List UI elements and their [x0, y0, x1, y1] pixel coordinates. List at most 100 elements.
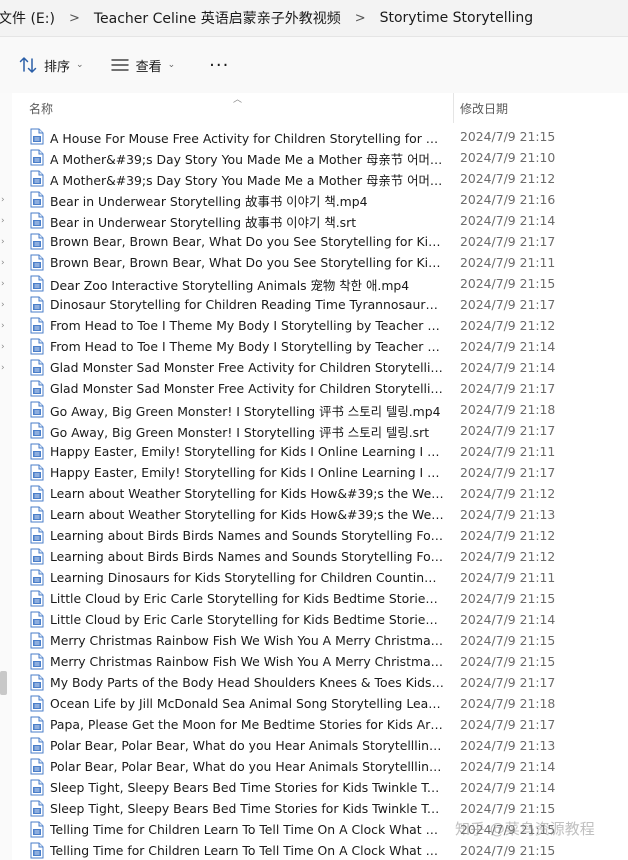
file-row[interactable]: Dinosaur Storytelling for Children Readi… [12, 294, 628, 315]
chevron-right-icon[interactable]: › [1, 301, 9, 310]
file-row[interactable]: Brown Bear, Brown Bear, What Do you See … [12, 252, 628, 273]
file-name: Bear in Underwear Storytelling 故事书 이야기 책… [50, 194, 368, 209]
file-row[interactable]: Ocean Life by Jill McDonald Sea Animal S… [12, 693, 628, 714]
file-icon [30, 317, 44, 334]
file-row[interactable]: Happy Easter, Emily! Storytelling for Ki… [12, 462, 628, 483]
file-row[interactable]: Little Cloud by Eric Carle Storytelling … [12, 609, 628, 630]
file-modified-date: 2024/7/9 21:12 [460, 318, 556, 333]
view-button[interactable]: 查看 ⌄ [104, 49, 182, 81]
file-name: Brown Bear, Brown Bear, What Do you See … [50, 255, 444, 270]
file-name: Polar Bear, Polar Bear, What do you Hear… [50, 738, 444, 753]
file-name: Go Away, Big Green Monster! I Storytelli… [50, 425, 430, 440]
breadcrumb-item-current[interactable]: Storytime Storytelling [380, 10, 542, 26]
file-modified-date: 2024/7/9 21:17 [460, 675, 556, 690]
column-header-row: ︿ 名称 修改日期 [12, 93, 628, 123]
file-icon [30, 779, 44, 796]
column-divider[interactable] [453, 93, 454, 123]
file-row[interactable]: A Mother&#39;s Day Story You Made Me a M… [12, 168, 628, 189]
file-modified-date: 2024/7/9 21:15 [460, 633, 556, 648]
file-name: Little Cloud by Eric Carle Storytelling … [50, 612, 444, 627]
file-icon [30, 737, 44, 754]
column-header-modified[interactable]: 修改日期 [460, 100, 508, 117]
file-name: Glad Monster Sad Monster Free Activity f… [50, 360, 444, 375]
file-row[interactable]: A Mother&#39;s Day Story You Made Me a M… [12, 147, 628, 168]
file-row[interactable]: Bear in Underwear Storytelling 故事书 이야기 책… [12, 189, 628, 210]
file-modified-date: 2024/7/9 21:13 [460, 507, 556, 522]
file-row[interactable]: Sleep Tight, Sleepy Bears Bed Time Stori… [12, 777, 628, 798]
chevron-down-icon: ⌄ [76, 60, 84, 70]
sort-icon [18, 55, 38, 75]
file-row[interactable]: Little Cloud by Eric Carle Storytelling … [12, 588, 628, 609]
file-row[interactable]: From Head to Toe I Theme My Body I Story… [12, 315, 628, 336]
chevron-right-icon[interactable]: › [1, 364, 9, 373]
file-name: Polar Bear, Polar Bear, What do you Hear… [50, 759, 444, 774]
file-name: Sleep Tight, Sleepy Bears Bed Time Stori… [50, 780, 444, 795]
file-icon [30, 233, 44, 250]
file-row[interactable]: Learning about Birds Birds Names and Sou… [12, 546, 628, 567]
file-name: Learning about Birds Birds Names and Sou… [50, 549, 444, 564]
chevron-right-icon[interactable]: › [1, 322, 9, 331]
file-row[interactable]: A House For Mouse Free Activity for Chil… [12, 126, 628, 147]
file-modified-date: 2024/7/9 21:17 [460, 465, 556, 480]
file-row[interactable]: Glad Monster Sad Monster Free Activity f… [12, 378, 628, 399]
file-name: Telling Time for Children Learn To Tell … [50, 822, 444, 837]
chevron-right-icon[interactable]: › [1, 217, 9, 226]
file-row[interactable]: Learn about Weather Storytelling for Kid… [12, 483, 628, 504]
file-row[interactable]: From Head to Toe I Theme My Body I Story… [12, 336, 628, 357]
breadcrumb: 文件 (E:) > Teacher Celine 英语启蒙亲子外教视频 > St… [0, 0, 628, 36]
file-row[interactable]: Happy Easter, Emily! Storytelling for Ki… [12, 441, 628, 462]
file-name: Telling Time for Children Learn To Tell … [50, 843, 444, 858]
breadcrumb-item-drive[interactable]: 文件 (E:) [0, 8, 63, 28]
file-row[interactable]: Glad Monster Sad Monster Free Activity f… [12, 357, 628, 378]
file-row[interactable]: Polar Bear, Polar Bear, What do you Hear… [12, 756, 628, 777]
file-row[interactable]: Telling Time for Children Learn To Tell … [12, 840, 628, 860]
file-name: Learn about Weather Storytelling for Kid… [50, 507, 444, 522]
file-row[interactable]: Go Away, Big Green Monster! I Storytelli… [12, 399, 628, 420]
file-modified-date: 2024/7/9 21:12 [460, 486, 556, 501]
breadcrumb-item-folder[interactable]: Teacher Celine 英语启蒙亲子外教视频 [94, 8, 349, 28]
file-name: Glad Monster Sad Monster Free Activity f… [50, 381, 444, 396]
chevron-right-icon[interactable]: › [1, 280, 9, 289]
file-modified-date: 2024/7/9 21:15 [460, 276, 556, 291]
file-modified-date: 2024/7/9 21:13 [460, 738, 556, 753]
file-modified-date: 2024/7/9 21:17 [460, 234, 556, 249]
chevron-right-icon[interactable]: › [1, 259, 9, 268]
file-row[interactable]: Learning Dinosaurs for Kids Storytelling… [12, 567, 628, 588]
file-icon [30, 821, 44, 838]
file-row[interactable]: Sleep Tight, Sleepy Bears Bed Time Stori… [12, 798, 628, 819]
file-row[interactable]: Polar Bear, Polar Bear, What do you Hear… [12, 735, 628, 756]
file-list: A House For Mouse Free Activity for Chil… [12, 126, 628, 860]
chevron-right-icon[interactable]: › [1, 343, 9, 352]
file-modified-date: 2024/7/9 21:12 [460, 171, 556, 186]
file-row[interactable]: Brown Bear, Brown Bear, What Do you See … [12, 231, 628, 252]
nav-scrollbar[interactable] [0, 671, 7, 695]
file-row[interactable]: Go Away, Big Green Monster! I Storytelli… [12, 420, 628, 441]
file-name: Little Cloud by Eric Carle Storytelling … [50, 591, 444, 606]
file-icon [30, 296, 44, 313]
file-row[interactable]: Dear Zoo Interactive Storytelling Animal… [12, 273, 628, 294]
file-name: From Head to Toe I Theme My Body I Story… [50, 318, 444, 333]
breadcrumb-separator: > [354, 10, 366, 26]
watermark: 知乎 @菜鸟资源教程 [455, 820, 595, 838]
file-modified-date: 2024/7/9 21:15 [460, 129, 556, 144]
more-options-button[interactable]: ··· [203, 49, 235, 81]
file-row[interactable]: Learning about Birds Birds Names and Sou… [12, 525, 628, 546]
file-icon [30, 632, 44, 649]
file-icon [30, 548, 44, 565]
file-row[interactable]: My Body Parts of the Body Head Shoulders… [12, 672, 628, 693]
file-row[interactable]: Bear in Underwear Storytelling 故事书 이야기 책… [12, 210, 628, 231]
file-row[interactable]: Merry Christmas Rainbow Fish We Wish You… [12, 630, 628, 651]
file-modified-date: 2024/7/9 21:17 [460, 717, 556, 732]
chevron-right-icon[interactable]: › [1, 238, 9, 247]
file-modified-date: 2024/7/9 21:11 [460, 444, 556, 459]
file-modified-date: 2024/7/9 21:18 [460, 402, 556, 417]
file-row[interactable]: Merry Christmas Rainbow Fish We Wish You… [12, 651, 628, 672]
sort-button[interactable]: 排序 ⌄ [12, 49, 90, 81]
column-header-name[interactable]: 名称 [29, 100, 53, 117]
sort-label: 排序 [44, 59, 71, 75]
file-row[interactable]: Papa, Please Get the Moon for Me Bedtime… [12, 714, 628, 735]
chevron-right-icon[interactable]: › [1, 196, 9, 205]
file-modified-date: 2024/7/9 21:11 [460, 570, 556, 585]
file-modified-date: 2024/7/9 21:16 [460, 192, 556, 207]
file-row[interactable]: Learn about Weather Storytelling for Kid… [12, 504, 628, 525]
